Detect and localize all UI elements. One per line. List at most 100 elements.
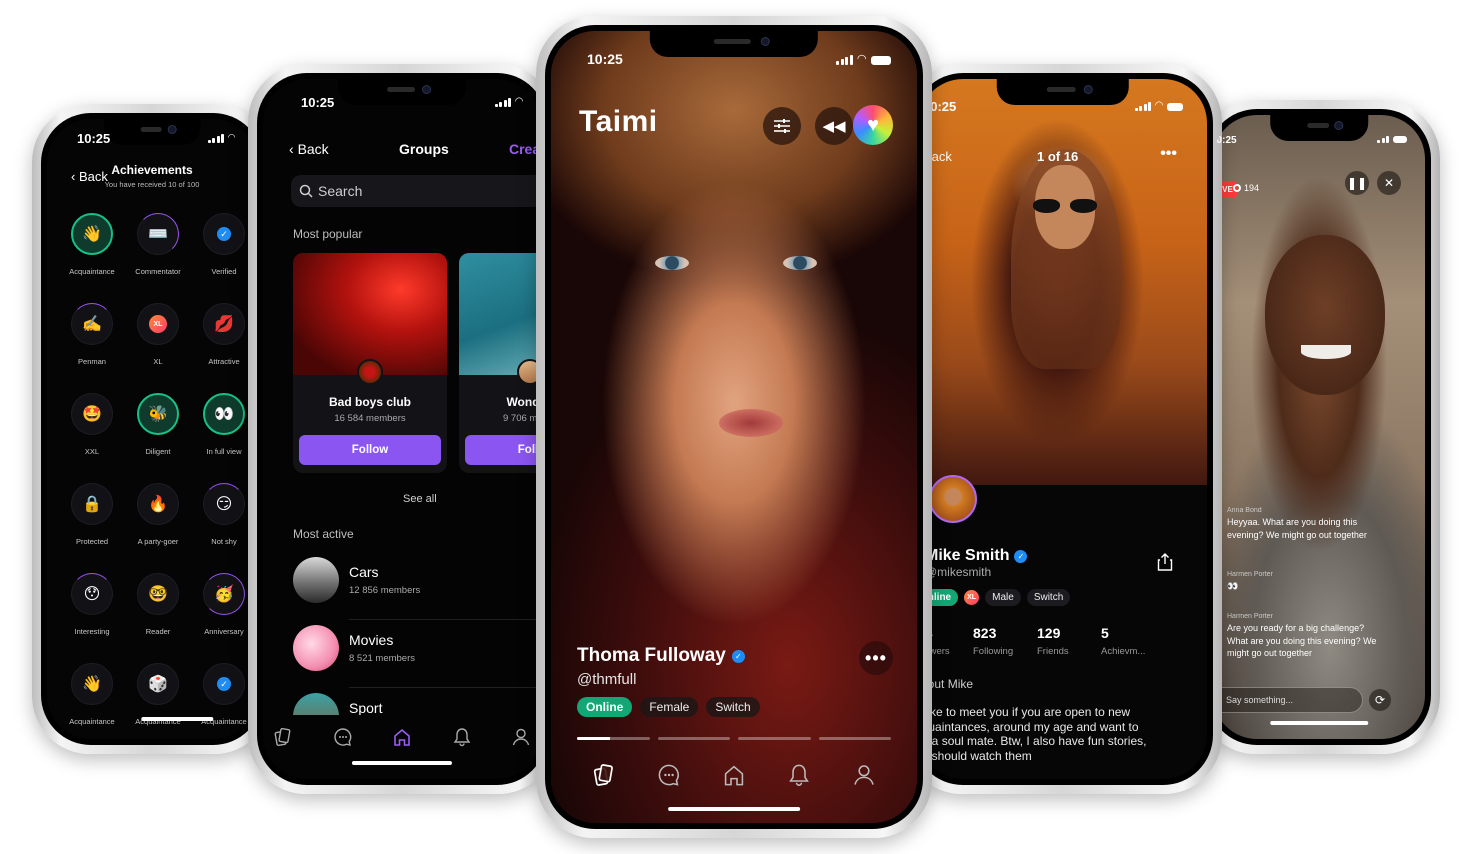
achievement-icon: ✍️ (82, 316, 102, 333)
stat-following[interactable]: 823 Following (973, 625, 1037, 657)
tab-home[interactable] (720, 761, 748, 789)
group-card[interactable]: Wonderful 9 706 members Follow (459, 253, 541, 473)
follow-button[interactable]: Follow (465, 435, 541, 465)
tab-profile[interactable] (850, 761, 878, 789)
xl-badge: XL (964, 590, 980, 605)
list-item[interactable]: Cars 12 856 members (293, 557, 541, 623)
list-item[interactable]: Movies 8 521 members (293, 625, 541, 691)
tab-profile[interactable] (507, 723, 535, 751)
achievement-icon: XL (149, 315, 167, 333)
achievement-item[interactable]: 🤓 Reader (125, 573, 191, 663)
achievement-badge: ✓ (203, 213, 245, 255)
cards-icon (274, 727, 291, 747)
close-button[interactable]: ✕ (1377, 171, 1401, 195)
search-icon (299, 184, 313, 198)
viewer-count: 194 (1233, 183, 1259, 193)
achievement-label: Acquaintance (69, 267, 115, 276)
achievement-label: Commentator (135, 267, 181, 276)
see-all-link[interactable]: See all (403, 493, 437, 505)
page-title: Groups (399, 141, 449, 157)
achievement-icon: 🔥 (148, 496, 168, 513)
achievement-badge: 👀 (203, 393, 245, 435)
achievement-item[interactable]: ✍️ Penman (59, 303, 125, 393)
follow-button[interactable]: Follow (299, 435, 441, 465)
home-icon (394, 728, 410, 746)
stat-friends[interactable]: 129 Friends (1037, 625, 1101, 657)
tab-chat[interactable] (655, 761, 683, 789)
eye-icon (1233, 184, 1241, 192)
phone-achievements: 10:25 ◠ ‹ Back Achievements You have rec… (32, 104, 272, 754)
group-image (459, 253, 541, 375)
progress-segment (577, 737, 650, 740)
tab-notifications[interactable] (785, 761, 813, 789)
status-time: 10:25 (301, 95, 335, 110)
status-bar: 10:25 (1213, 135, 1425, 151)
profile-handle: @mikesmith (925, 565, 992, 579)
achievement-item[interactable]: 😯 Interesting (59, 573, 125, 663)
achievement-icon: 👋 (82, 676, 102, 693)
achievement-label: XL (153, 357, 163, 366)
like-button[interactable]: ♥ (853, 105, 893, 145)
status-time: 10:25 (77, 131, 111, 146)
share-icon[interactable] (1157, 553, 1173, 571)
profile-name: Mike Smith ✓ (925, 547, 1028, 565)
achievement-icon: 🔒 (82, 496, 102, 513)
achievement-icon: 💋 (214, 316, 234, 333)
tab-cards[interactable] (590, 761, 618, 789)
more-icon: ••• (865, 647, 887, 668)
search-placeholder: Search (318, 183, 363, 199)
tab-chat[interactable] (329, 723, 357, 751)
achievement-badge: 🐝 (137, 393, 179, 435)
signal-icon (1134, 102, 1152, 111)
achievement-label: Protected (75, 537, 109, 546)
tab-home[interactable] (388, 723, 416, 751)
achievement-item[interactable]: 🤩 XXL (59, 393, 125, 483)
tab-cards[interactable] (269, 723, 297, 751)
battery-icon (1167, 103, 1183, 111)
message-input[interactable]: Say something... (1213, 687, 1363, 713)
home-indicator (668, 807, 800, 811)
achievement-item[interactable]: 🎲 Acquaintance (125, 663, 191, 739)
avatar[interactable] (929, 475, 977, 523)
stat-achievements[interactable]: 5 Achievm... (1101, 625, 1165, 657)
group-card[interactable]: Bad boys club 16 584 members Follow (293, 253, 447, 473)
more-options-button[interactable]: ••• (1160, 145, 1177, 163)
cards-icon (593, 764, 613, 786)
achievement-item[interactable]: 👋 Acquaintance (59, 663, 125, 739)
flip-camera-button[interactable]: ⟳ (1369, 689, 1391, 711)
achievement-icon: ✓ (217, 227, 231, 241)
photo-progress (577, 737, 891, 740)
home-icon (724, 765, 744, 786)
filters-button[interactable] (763, 107, 801, 145)
achievement-item[interactable]: ⌨️ Commentator (125, 213, 191, 303)
group-members: 8 521 members (349, 653, 416, 664)
profile-photo[interactable] (919, 79, 1207, 485)
sliders-icon (774, 119, 790, 133)
achievement-label: Not shy (211, 537, 237, 546)
pause-button[interactable]: ❚❚ (1345, 171, 1369, 195)
tag-chip: Female (640, 697, 699, 717)
achievement-item[interactable]: 🐝 Diligent (125, 393, 191, 483)
search-input[interactable]: Search (291, 175, 541, 207)
rewind-button[interactable]: ◀◀ (815, 107, 853, 145)
signal-icon (207, 134, 225, 143)
most-active-label: Most active (293, 527, 354, 541)
progress-segment (818, 737, 891, 740)
phone-live: 10:25 LIVE 194 ❚❚ ✕ Anna Bond Heyyaa. Wha… (1198, 100, 1440, 754)
achievement-item[interactable]: XL XL (125, 303, 191, 393)
achievement-item[interactable]: 🔥 A party-goer (125, 483, 191, 573)
achievement-item[interactable]: 👋 Acquaintance (59, 213, 125, 303)
achievement-label: Verified (211, 267, 237, 276)
tab-notifications[interactable] (448, 723, 476, 751)
phone-profile: 10:25 ◠ Back 1 of 16 ••• Mike Smith ✓ @m… (904, 64, 1222, 794)
back-button[interactable]: ‹ Back (289, 141, 329, 157)
more-options-button[interactable]: ••• (859, 641, 893, 675)
achievement-icon: 👀 (214, 406, 234, 423)
achievement-badge: ✓ (203, 663, 245, 705)
list-item[interactable]: Sport (293, 693, 541, 715)
achievement-item[interactable]: 🔒 Protected (59, 483, 125, 573)
achievement-icon: 🥳 (214, 586, 234, 603)
battery-icon (871, 56, 891, 65)
profile-name: Thoma Fulloway ✓ (577, 645, 745, 667)
about-text: I'd like to meet you if you are open to … (919, 705, 1147, 763)
